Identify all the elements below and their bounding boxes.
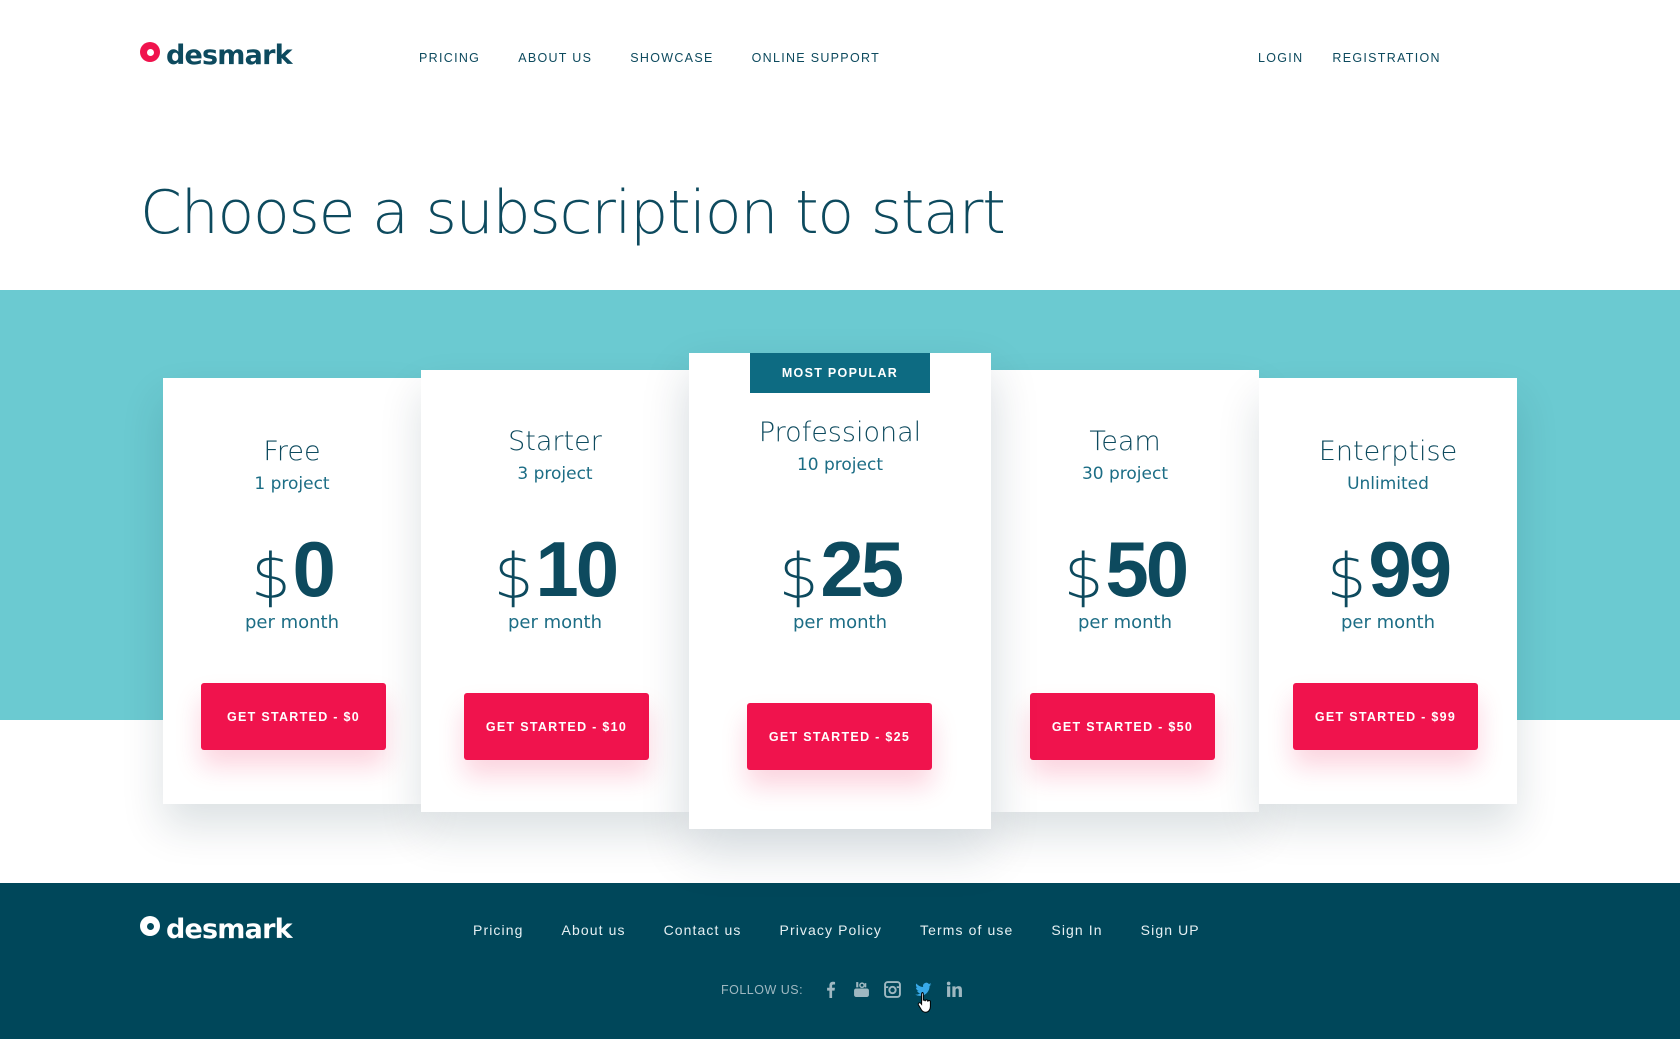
plan-card-starter: Starter 3 project $ 10 per month GET STA…: [421, 370, 689, 812]
price-amount: 25: [820, 525, 904, 613]
plan-price: $ 50: [991, 530, 1259, 608]
plan-projects: 3 project: [517, 464, 593, 484]
price-amount: 10: [535, 525, 619, 613]
footer-brand-name: desmark: [166, 914, 293, 945]
get-started-starter-button[interactable]: GET STARTED - $10: [464, 693, 649, 760]
price-currency: $: [493, 540, 534, 613]
get-started-professional-button[interactable]: GET STARTED - $25: [747, 703, 932, 770]
plan-price: $ 10: [421, 530, 689, 608]
logo-mark-icon: [140, 915, 160, 936]
page-title: Choose a subscription to start: [140, 178, 1006, 248]
plan-projects: 1 project: [254, 474, 330, 494]
price-amount: 99: [1368, 525, 1452, 613]
youtube-icon[interactable]: [852, 980, 871, 999]
price-currency: $: [1326, 540, 1367, 613]
plan-price: $ 0: [163, 530, 421, 608]
plan-period: per month: [1340, 612, 1436, 633]
plan-name: Starter: [508, 426, 602, 457]
get-started-team-button[interactable]: GET STARTED - $50: [1030, 693, 1215, 760]
footer-link-contact-us[interactable]: Contact us: [664, 922, 742, 938]
follow-us-label: FOLLOW US:: [721, 982, 804, 997]
plan-period: per month: [1077, 612, 1173, 633]
hand-cursor-icon: [917, 992, 931, 1013]
instagram-icon[interactable]: [883, 980, 902, 999]
brand-logo[interactable]: desmark: [140, 40, 293, 71]
plan-name: Team: [1089, 426, 1161, 457]
price-currency: $: [1063, 540, 1104, 613]
plan-name: Free: [263, 436, 321, 467]
plan-price: $ 99: [1259, 530, 1517, 608]
price-amount: 0: [292, 525, 336, 613]
get-started-enterprise-button[interactable]: GET STARTED - $99: [1293, 683, 1478, 750]
brand-name: desmark: [166, 40, 293, 71]
footer-link-sign-in[interactable]: Sign In: [1051, 922, 1102, 938]
facebook-icon[interactable]: [821, 980, 840, 999]
price-amount: 50: [1105, 525, 1189, 613]
logo-mark-icon: [140, 41, 160, 62]
plan-card-free: Free 1 project $ 0 per month GET STARTED…: [163, 378, 421, 804]
footer-link-sign-up[interactable]: Sign UP: [1141, 922, 1200, 938]
footer-logo[interactable]: desmark: [140, 914, 293, 945]
plan-projects: 10 project: [796, 455, 884, 475]
plan-card-enterprise: Enterptise Unlimited $ 99 per month GET …: [1259, 378, 1517, 804]
plan-name: Enterptise: [1318, 436, 1458, 467]
site-footer: desmark Pricing About us Contact us Priv…: [0, 883, 1680, 1039]
footer-nav: Pricing About us Contact us Privacy Poli…: [473, 922, 1200, 938]
get-started-free-button[interactable]: GET STARTED - $0: [201, 683, 386, 750]
plan-projects: Unlimited: [1347, 474, 1429, 494]
footer-link-pricing[interactable]: Pricing: [473, 922, 524, 938]
auth-nav: LOGIN REGISTRATION: [1258, 51, 1441, 65]
plan-card-professional: MOST POPULAR Professional 10 project $ 2…: [689, 353, 991, 829]
price-currency: $: [778, 540, 819, 613]
plan-period: per month: [792, 612, 888, 633]
plan-card-team: Team 30 project $ 50 per month GET START…: [991, 370, 1259, 812]
main-nav: PRICING ABOUT US SHOWCASE ONLINE SUPPORT: [419, 51, 880, 65]
footer-link-privacy-policy[interactable]: Privacy Policy: [780, 922, 883, 938]
nav-showcase[interactable]: SHOWCASE: [630, 51, 713, 65]
footer-link-terms-of-use[interactable]: Terms of use: [920, 922, 1013, 938]
login-link[interactable]: LOGIN: [1258, 51, 1303, 65]
plan-projects: 30 project: [1081, 464, 1169, 484]
site-header: desmark PRICING ABOUT US SHOWCASE ONLINE…: [0, 0, 1680, 120]
most-popular-badge: MOST POPULAR: [750, 353, 930, 393]
nav-online-support[interactable]: ONLINE SUPPORT: [752, 51, 880, 65]
plan-period: per month: [244, 612, 340, 633]
nav-about-us[interactable]: ABOUT US: [518, 51, 592, 65]
price-currency: $: [251, 540, 291, 613]
nav-pricing[interactable]: PRICING: [419, 51, 480, 65]
plan-price: $ 25: [689, 530, 991, 608]
plan-period: per month: [507, 612, 603, 633]
registration-link[interactable]: REGISTRATION: [1332, 51, 1440, 65]
linkedin-icon[interactable]: [945, 980, 964, 999]
footer-link-about-us[interactable]: About us: [562, 922, 626, 938]
plan-name: Professional: [758, 417, 922, 448]
